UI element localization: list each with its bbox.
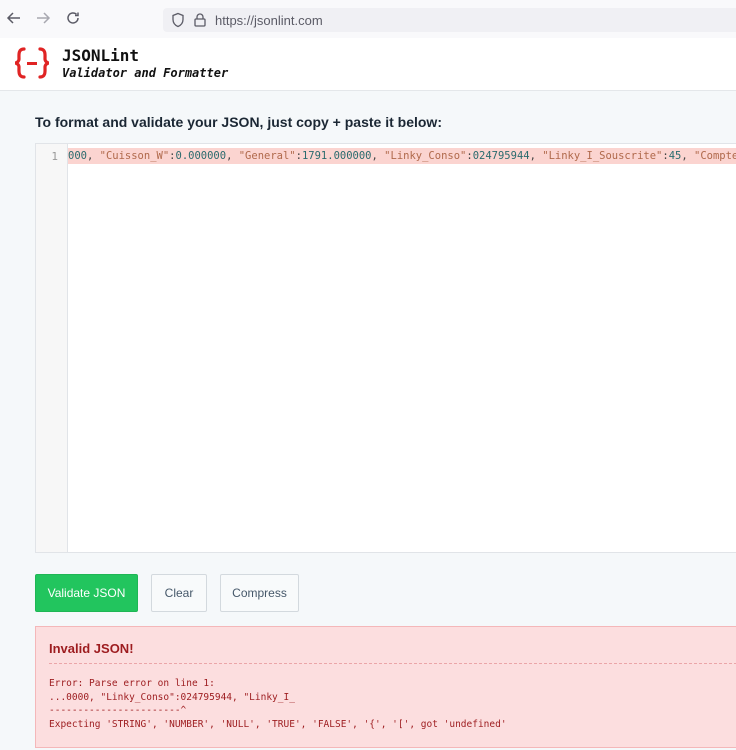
code-token-num: 024795944	[472, 150, 530, 162]
code-token-str: "Linky_Conso"	[384, 150, 467, 162]
error-panel: Invalid JSON! Error: Parse error on line…	[35, 626, 736, 748]
forward-arrow-icon[interactable]	[34, 10, 52, 28]
reload-icon[interactable]	[64, 10, 82, 28]
code-token-plain: ,	[226, 150, 239, 162]
site-subtitle: Validator and Formatter	[62, 66, 229, 80]
editor-gutter: 1	[36, 144, 68, 552]
code-token-str: "Linky_I_Souscrite"	[542, 150, 663, 162]
code-token-num: 000	[68, 150, 87, 162]
instructions-text: To format and validate your JSON, just c…	[35, 114, 442, 130]
url-bar[interactable]: https://jsonlint.com	[163, 8, 736, 32]
code-token-plain: ,	[371, 150, 385, 162]
site-header: JSONLint Validator and Formatter	[0, 38, 736, 91]
code-token-plain: ,	[529, 150, 543, 162]
code-line-error[interactable]: 000, "Cuisson_W":0.000000, "General":179…	[68, 148, 736, 164]
back-arrow-icon[interactable]	[5, 10, 23, 28]
code-token-plain: ,	[86, 150, 100, 162]
compress-button[interactable]: Compress	[220, 574, 299, 612]
shield-icon[interactable]	[170, 12, 186, 28]
site-title[interactable]: JSONLint	[62, 46, 139, 65]
code-token-num: 1791.000000	[301, 150, 372, 162]
lock-icon[interactable]	[192, 12, 208, 28]
error-divider	[49, 663, 736, 664]
browser-toolbar: https://jsonlint.com	[0, 0, 736, 39]
error-title: Invalid JSON!	[49, 641, 134, 656]
code-token-plain: ,	[681, 150, 694, 162]
code-token-num: 45	[668, 150, 682, 162]
code-token-str: "General"	[238, 150, 296, 162]
validate-json-button[interactable]: Validate JSON	[35, 574, 138, 612]
line-number: 1	[51, 150, 58, 163]
error-message: Error: Parse error on line 1: ...0000, "…	[49, 678, 507, 730]
jsonlint-logo-icon[interactable]	[14, 47, 50, 79]
url-text[interactable]: https://jsonlint.com	[215, 13, 323, 28]
code-token-num: 0.000000	[175, 150, 227, 162]
code-token-str: "Compteu	[694, 150, 736, 162]
json-editor[interactable]: 1 000, "Cuisson_W":0.000000, "General":1…	[35, 143, 736, 553]
code-token-str: "Cuisson_W"	[99, 150, 170, 162]
clear-button[interactable]: Clear	[151, 574, 207, 612]
